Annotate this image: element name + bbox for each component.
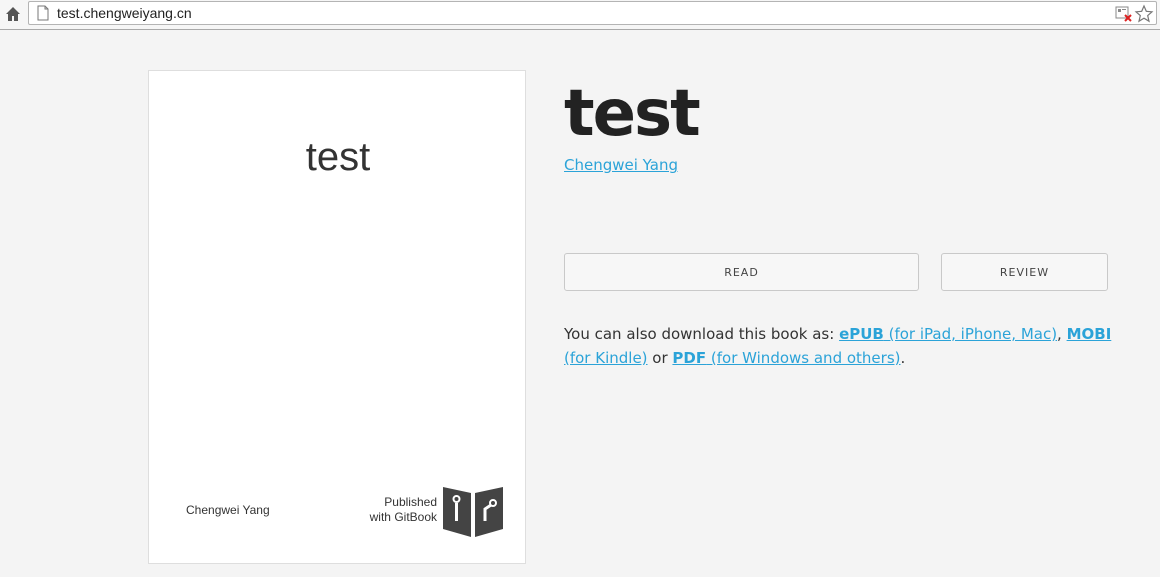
book-cover[interactable]: test Chengwei Yang Published with GitBoo… xyxy=(148,70,526,564)
author-link[interactable]: Chengwei Yang xyxy=(564,156,678,174)
cover-author: Chengwei Yang xyxy=(186,503,270,517)
separator-1: , xyxy=(1057,325,1067,343)
pdf-link[interactable]: PDF (for Windows and others) xyxy=(672,349,900,367)
mobi-label: MOBI xyxy=(1066,325,1112,343)
published-line-2: with GitBook xyxy=(369,510,437,524)
separator-2: or xyxy=(647,349,673,367)
epub-note: (for iPad, iPhone, Mac) xyxy=(883,325,1058,343)
pdf-note: (for Windows and others) xyxy=(706,349,901,367)
blocked-content-icon[interactable] xyxy=(1115,5,1133,27)
review-button[interactable]: REVIEW xyxy=(941,253,1108,291)
book-title: test xyxy=(564,77,701,151)
epub-link[interactable]: ePUB (for iPad, iPhone, Mac) xyxy=(839,325,1057,343)
pdf-label: PDF xyxy=(672,349,707,367)
page-icon xyxy=(37,5,49,25)
mobi-note: (for Kindle) xyxy=(564,349,648,367)
gitbook-logo xyxy=(441,483,505,543)
epub-label: ePUB xyxy=(839,325,884,343)
published-line-1: Published xyxy=(384,495,437,509)
download-prefix: You can also download this book as: xyxy=(564,325,840,343)
star-icon[interactable] xyxy=(1134,4,1154,28)
browser-toolbar: test.chengweiyang.cn xyxy=(0,0,1160,30)
home-icon[interactable] xyxy=(3,4,23,24)
download-suffix: . xyxy=(900,349,906,367)
cover-published-text: Published with GitBook xyxy=(349,495,437,525)
cover-title: test xyxy=(305,135,371,179)
download-text: You can also download this book as: ePUB… xyxy=(564,322,1124,370)
url-text[interactable]: test.chengweiyang.cn xyxy=(57,5,192,21)
address-bar[interactable]: test.chengweiyang.cn xyxy=(28,1,1157,25)
read-button[interactable]: READ xyxy=(564,253,919,291)
